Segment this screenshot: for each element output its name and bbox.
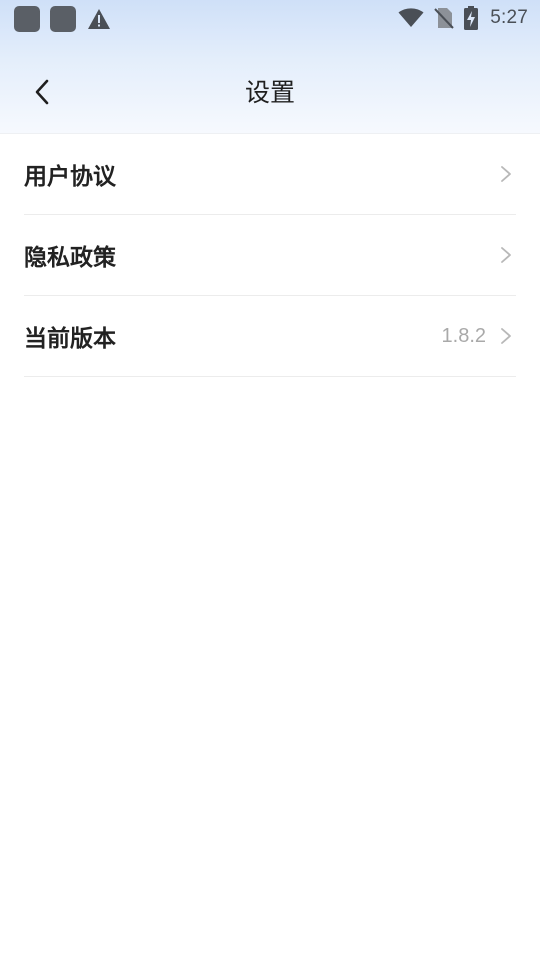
settings-item-user-agreement[interactable]: 用户协议 <box>24 134 516 215</box>
settings-item-label: 用户协议 <box>24 164 116 190</box>
top-app-bar: 设置 <box>0 48 540 132</box>
app-notification-icon <box>50 6 76 32</box>
status-bar: 5:27 <box>0 0 540 36</box>
settings-item-current-version[interactable]: 当前版本 1.8.2 <box>24 296 516 377</box>
settings-item-privacy-policy[interactable]: 隐私政策 <box>24 215 516 296</box>
settings-item-label: 隐私政策 <box>24 245 116 271</box>
settings-list: 用户协议 隐私政策 当前版本 1.8.2 <box>24 134 516 377</box>
page-title: 设置 <box>244 78 295 107</box>
wifi-icon <box>398 8 424 28</box>
chevron-right-icon <box>500 165 512 183</box>
no-sim-icon <box>434 7 454 29</box>
version-value: 1.8.2 <box>441 324 486 347</box>
chevron-right-icon <box>500 246 512 264</box>
app-notification-icon <box>14 6 40 32</box>
warning-icon <box>86 6 112 32</box>
battery-charging-icon <box>464 6 479 30</box>
settings-item-label: 当前版本 <box>24 326 116 352</box>
status-time: 5:27 <box>490 7 528 28</box>
chevron-right-icon <box>500 327 512 345</box>
